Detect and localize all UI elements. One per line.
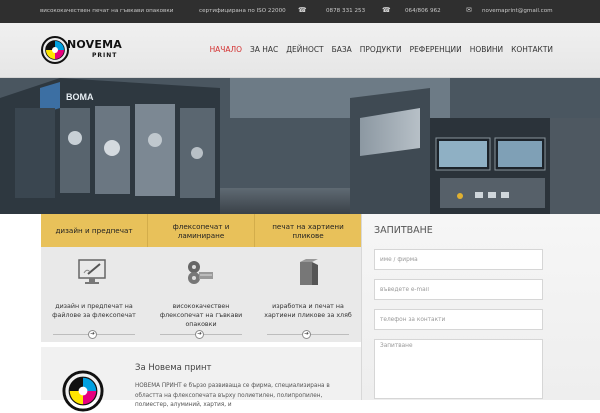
about-text: НОВЕМА ПРИНТ е бързо развиваща се фирма,… xyxy=(135,383,330,409)
paper-bag-icon xyxy=(300,259,318,285)
about-logo-icon xyxy=(62,370,104,412)
arrow-right-icon[interactable]: ➔ xyxy=(195,330,204,339)
phone-landline-icon: ☎ xyxy=(382,6,391,14)
nav-item-contacts[interactable]: КОНТАКТИ xyxy=(511,42,553,56)
feature-paper-bags[interactable]: изработка и печат на хартиени пликове за… xyxy=(255,247,361,342)
tab-design[interactable]: дизайн и предпечат xyxy=(41,214,148,247)
hero-banner-image: BOMA xyxy=(0,78,600,214)
tab-paper-bags[interactable]: печат на хартиени пликове xyxy=(255,214,361,247)
name-field[interactable] xyxy=(374,249,543,270)
monitor-design-icon xyxy=(78,259,106,284)
tab-flexo-printing[interactable]: флексопечат и ламиниране xyxy=(148,214,255,247)
features-panel: дизайн и предпечат на файлове за флексоп… xyxy=(41,247,361,342)
email-link[interactable]: novemaprint@gmail.com xyxy=(482,8,553,14)
nav-item-base[interactable]: БАЗА xyxy=(332,42,352,56)
form-title: ЗАПИТВАНЕ xyxy=(374,225,433,236)
phone-field[interactable] xyxy=(374,309,543,330)
feature-flexo-caption: висококачествен флексопечат на гъвкави о… xyxy=(159,303,243,329)
nav-item-products[interactable]: ПРОДУКТИ xyxy=(360,42,402,56)
main-navigation: НАЧАЛО ЗА НАС ДЕЙНОСТ БАЗА ПРОДУКТИ РЕФЕ… xyxy=(210,42,553,56)
nav-item-news[interactable]: НОВИНИ xyxy=(470,42,503,56)
inquiry-form: ЗАПИТВАНЕ xyxy=(361,214,600,400)
site-header: NOVEMA PRINT НАЧАЛО ЗА НАС ДЕЙНОСТ БАЗА … xyxy=(0,23,600,78)
feature-design[interactable]: дизайн и предпечат на файлове за флексоп… xyxy=(41,247,147,342)
logo-subtitle: PRINT xyxy=(92,52,118,59)
nav-item-activity[interactable]: ДЕЙНОСТ xyxy=(286,42,323,56)
printing-machine-illustration: BOMA xyxy=(0,78,600,214)
phone-mobile-text[interactable]: 0878 331 253 xyxy=(326,8,365,14)
nav-item-about[interactable]: ЗА НАС xyxy=(250,42,278,56)
feature-paper-bags-caption: изработка и печат на хартиени пликове за… xyxy=(264,303,352,320)
machine-brand-text: BOMA xyxy=(66,92,94,102)
nav-item-references[interactable]: РЕФЕРЕНЦИИ xyxy=(410,42,462,56)
phone-landline-text[interactable]: 064/806 962 xyxy=(405,8,441,14)
top-info-bar: висококачествен печат на гъвкави опаковк… xyxy=(0,0,600,23)
feature-design-caption: дизайн и предпечат на файлове за флексоп… xyxy=(52,303,136,320)
about-title: За Новема принт xyxy=(135,363,212,373)
novema-logo[interactable]: NOVEMA PRINT xyxy=(40,35,122,65)
feature-flexo[interactable]: висококачествен флексопечат на гъвкави о… xyxy=(148,247,254,342)
printing-rollers-icon xyxy=(188,261,213,284)
logo-emblem-icon xyxy=(41,36,69,64)
email-field[interactable] xyxy=(374,279,543,300)
certification-text: сертифицирана по ISO 22000 xyxy=(199,8,286,14)
logo-name: NOVEMA xyxy=(67,38,122,51)
tagline-text: висококачествен печат на гъвкави опаковк… xyxy=(40,8,174,14)
mail-icon: ✉ xyxy=(466,6,472,14)
message-field[interactable] xyxy=(374,339,543,399)
arrow-right-icon[interactable]: ➔ xyxy=(88,330,97,339)
arrow-right-icon[interactable]: ➔ xyxy=(302,330,311,339)
phone-icon: ☎ xyxy=(298,6,307,14)
about-section: За Новема принт НОВЕМА ПРИНТ е бързо раз… xyxy=(41,347,361,412)
nav-item-home[interactable]: НАЧАЛО xyxy=(210,42,242,56)
service-tabs: дизайн и предпечат флексопечат и ламинир… xyxy=(41,214,361,247)
